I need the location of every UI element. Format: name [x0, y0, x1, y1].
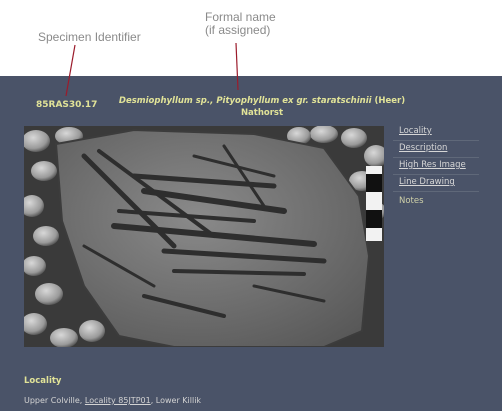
specimen-id: 85RAS30.17 [36, 100, 98, 110]
formal-name-leader-line [235, 42, 239, 91]
formal-name-author-2: Nathorst [240, 108, 284, 118]
specimen-photo[interactable] [24, 126, 384, 347]
specimen-nav: Locality Description High Res Image Line… [393, 124, 479, 210]
locality-prefix: Upper Colville, [24, 396, 85, 405]
specimen-leader-line [65, 44, 76, 97]
formal-name-taxa: Desmiophyllum sp., Pityophyllum ex gr. s… [118, 96, 372, 106]
locality-suffix: , Lower Killik [150, 396, 202, 405]
formal-name: Desmiophyllum sp., Pityophyllum ex gr. s… [112, 95, 412, 119]
fossil-rock-image [24, 126, 384, 347]
nav-locality-link[interactable]: Locality [393, 124, 479, 141]
locality-link[interactable]: Locality 85JTP01 [85, 396, 151, 405]
nav-line-drawing-link[interactable]: Line Drawing [393, 175, 479, 192]
nav-description-link[interactable]: Description [393, 141, 479, 158]
formal-name-author-1: (Heer) [371, 96, 406, 106]
formal-name-line1: Desmiophyllum sp., Pityophyllum ex gr. s… [112, 95, 412, 107]
nav-high-res-image-link[interactable]: High Res Image [393, 158, 479, 175]
locality-heading: Locality [24, 376, 62, 386]
locality-description: Upper Colville, Locality 85JTP01, Lower … [24, 396, 201, 405]
nav-notes-label: Notes [399, 196, 424, 206]
